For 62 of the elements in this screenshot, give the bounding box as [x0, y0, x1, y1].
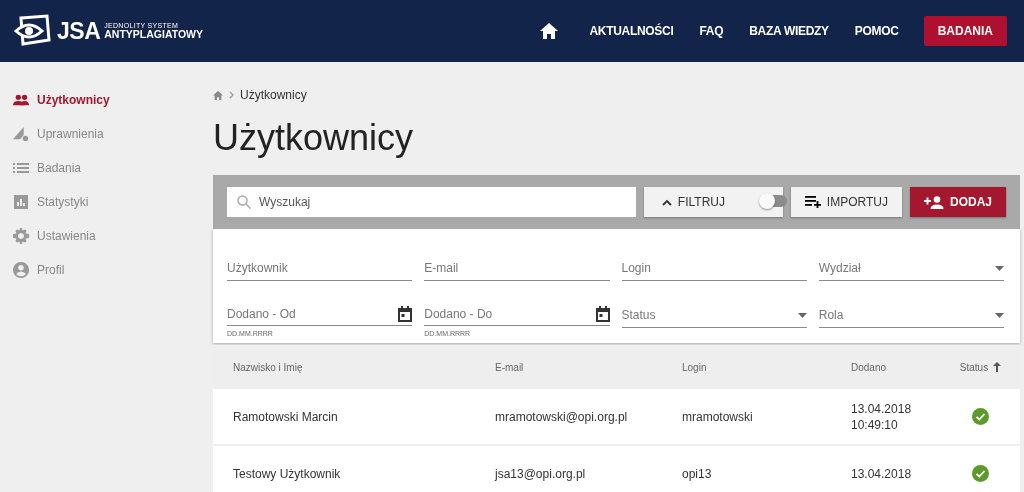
nav-link[interactable]: AKTUALNOŚCI — [576, 24, 687, 38]
breadcrumb-item: Użytkownicy — [240, 88, 307, 102]
input-field[interactable]: Dodano - Do — [424, 306, 610, 326]
list-icon — [13, 163, 29, 173]
select-field[interactable]: Rola — [818, 306, 1004, 328]
playlist-add-icon — [804, 196, 821, 208]
filter-button[interactable]: FILTRUJ — [643, 187, 783, 217]
settings-icon — [13, 228, 29, 244]
input-field[interactable]: Użytkownik — [227, 259, 413, 281]
search-field[interactable]: Wyszukaj — [227, 187, 636, 217]
profile-icon — [13, 262, 29, 278]
table-cell-text: Testowy Użytkownik — [232, 466, 342, 481]
sidebar-item[interactable]: Statystyki — [0, 185, 200, 219]
table-row[interactable]: Testowy Użytkownik jsa13@opi.org.pl opi13 13.04.2018 — [213, 446, 1020, 492]
nav-link[interactable]: POMOC — [841, 24, 912, 38]
table-cell: 13.04.2018 — [851, 466, 912, 481]
table-cell: 13.04.2018 — [851, 401, 912, 416]
table-cell: 10:49:10 — [851, 417, 898, 432]
import-button[interactable]: IMPORTUJ — [790, 187, 902, 217]
dropdown-icon — [995, 265, 1004, 271]
select-field[interactable]: Status — [621, 306, 807, 328]
calendar-icon — [398, 306, 413, 322]
research-button[interactable]: BADANIA — [923, 16, 1007, 46]
eye-logo-icon — [13, 14, 53, 48]
table-cell-text: mramotowski — [681, 409, 754, 424]
select-field[interactable]: Wydział — [818, 259, 1004, 281]
input-field[interactable]: Dodano - Od — [227, 306, 413, 326]
chevron-icon — [661, 198, 672, 206]
add-user-button[interactable]: DODAJ — [910, 187, 1006, 217]
pen-gear-icon — [13, 126, 29, 142]
chart-icon — [13, 195, 29, 209]
sidebar-item[interactable]: Ustawienia — [0, 219, 200, 253]
table-cell-text: jsa13@opi.org.pl — [493, 466, 587, 481]
table-row[interactable]: Ramotowski Marcin mramotowski@opi.org.pl mramotowski 13.04.2018 10:49:10 — [213, 389, 1020, 446]
page-title: Użytkownicy — [213, 116, 415, 160]
home-icon[interactable] — [540, 23, 559, 39]
add-person-icon — [924, 195, 944, 209]
table-cell-text: opi13 — [681, 466, 713, 481]
sidebar-item[interactable]: Badania — [0, 151, 200, 185]
input-field[interactable]: E-mail — [424, 259, 610, 281]
input-field[interactable]: Login — [621, 259, 807, 281]
table-cell-text: Ramotowski Marcin — [232, 409, 339, 424]
sidebar-item[interactable]: Profil — [0, 253, 200, 287]
filter-toggle[interactable] — [761, 195, 787, 207]
search-icon — [237, 195, 251, 209]
column-header[interactable]: E-mail — [475, 361, 662, 373]
calendar-icon — [595, 306, 610, 322]
sidebar-item[interactable]: Użytkownicy — [0, 83, 200, 117]
nav-link[interactable]: FAQ — [686, 24, 737, 38]
column-header[interactable]: Login — [662, 361, 831, 373]
dropdown-icon — [797, 312, 807, 318]
dropdown-icon — [995, 312, 1004, 318]
logo-name: ANTYPLAGIATOWY — [104, 29, 204, 40]
sidebar-item[interactable]: Uprawnienia — [0, 117, 200, 151]
nav-link[interactable]: BAZA WIEDZY — [736, 24, 842, 38]
table-cell-text: mramotowski@opi.org.pl — [494, 409, 629, 424]
column-header[interactable]: Dodano — [831, 361, 941, 373]
column-header[interactable]: Status — [941, 361, 1020, 373]
users-icon — [13, 94, 29, 106]
chevron-icon — [229, 91, 234, 99]
column-header[interactable]: Nazwisko i Imię — [213, 361, 475, 373]
logo-mark: JSA — [57, 17, 101, 45]
